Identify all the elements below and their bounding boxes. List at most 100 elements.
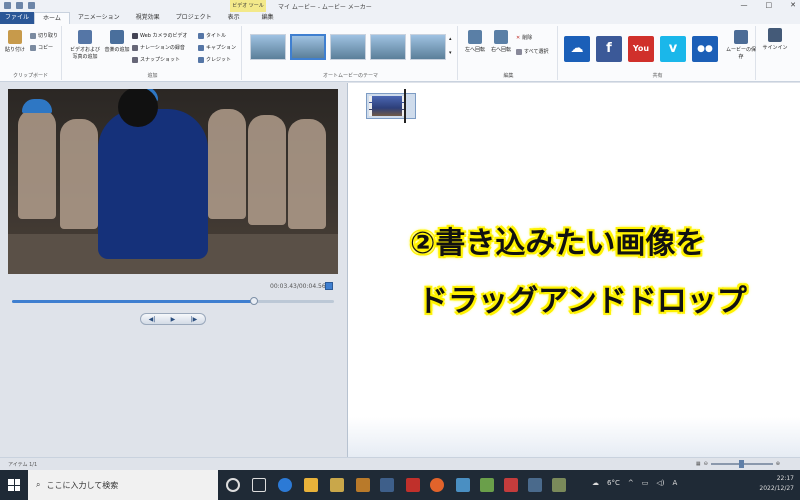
save-icon[interactable] — [4, 2, 11, 9]
maximize-button[interactable]: □ — [766, 1, 773, 9]
theme-thumbnail[interactable] — [330, 34, 366, 60]
theme-thumbnail[interactable] — [290, 34, 326, 60]
title-button[interactable]: タイトル — [198, 32, 226, 39]
credits-icon — [198, 56, 204, 63]
app-icon[interactable] — [330, 478, 344, 492]
app-icon[interactable] — [356, 478, 370, 492]
fullscreen-icon[interactable] — [325, 282, 333, 290]
clock-date: 2022/12/27 — [759, 485, 794, 492]
theme-thumbnail[interactable] — [410, 34, 446, 60]
tab-visual-effects[interactable]: 視覚効果 — [128, 12, 168, 24]
group-label: 編集 — [503, 73, 514, 79]
video-preview[interactable] — [8, 89, 338, 274]
onedrive-icon[interactable]: ☁ — [564, 36, 590, 62]
caption-button[interactable]: キャプション — [198, 44, 236, 51]
facebook-icon[interactable]: f — [596, 36, 622, 62]
instruction-line-2: ドラッグアンドドロップ — [418, 284, 747, 319]
preview-figure — [18, 109, 56, 219]
app-icon[interactable] — [504, 478, 518, 492]
snapshot-button[interactable]: スナップショット — [132, 56, 180, 63]
clip-thumbnail — [369, 96, 405, 116]
playhead[interactable] — [404, 89, 406, 123]
add-videos-photos-button[interactable]: ビデオおよび写真の追加 — [68, 30, 102, 60]
theme-thumbnail[interactable] — [250, 34, 286, 60]
theme-thumbnail[interactable] — [370, 34, 406, 60]
paste-button[interactable]: 貼り付け — [2, 30, 28, 53]
preview-person — [98, 109, 208, 259]
record-narration-button[interactable]: ナレーションの録音 — [132, 44, 185, 51]
zoom-slider[interactable] — [710, 460, 773, 468]
app-icon[interactable] — [406, 478, 420, 492]
rotate-left-button[interactable]: 左へ回転 — [462, 30, 488, 53]
item-count: アイテム 1/1 — [8, 462, 38, 468]
chrome-icon[interactable] — [430, 478, 444, 492]
app-icon[interactable] — [380, 478, 394, 492]
credits-button[interactable]: クレジット — [198, 56, 231, 63]
group-label: 共有 — [652, 73, 663, 79]
redo-icon[interactable] — [28, 2, 35, 9]
preview-figure — [248, 115, 286, 225]
add-music-button[interactable]: 音楽の追加 — [104, 30, 130, 53]
edge-icon[interactable] — [278, 478, 292, 492]
select-all-button[interactable]: すべて選択 — [516, 48, 548, 55]
editing-group: 左へ回転 右へ回転 ✕ 削除 すべて選択 編集 — [460, 26, 558, 80]
tray-arrow-icon[interactable]: ^ — [628, 479, 634, 487]
flickr-icon[interactable]: ●● — [692, 36, 718, 62]
app-icon[interactable] — [552, 478, 566, 492]
task-view-icon[interactable] — [252, 478, 266, 492]
clock[interactable]: 22:17 2022/12/27 — [759, 474, 794, 494]
app-icon[interactable] — [480, 478, 494, 492]
volume-icon[interactable]: ◁) — [656, 479, 664, 487]
zoom-out-icon[interactable]: ⊖ — [704, 461, 708, 467]
film-icon — [78, 30, 92, 44]
app-icon[interactable] — [528, 478, 542, 492]
tab-home[interactable]: ホーム — [34, 12, 70, 24]
minimize-button[interactable]: — — [741, 1, 748, 9]
video-clip[interactable] — [366, 93, 416, 119]
undo-icon[interactable] — [16, 2, 23, 9]
weather-icon[interactable]: ☁ — [592, 479, 599, 487]
sign-in-button[interactable]: サインイン — [760, 28, 790, 51]
status-bar: アイテム 1/1 ▦ ⊖ ⊕ — [0, 457, 800, 470]
rotate-right-button[interactable]: 右へ回転 — [488, 30, 514, 53]
tab-project[interactable]: プロジェクト — [168, 12, 220, 24]
cortana-icon[interactable] — [226, 478, 240, 492]
close-button[interactable]: ✕ — [790, 1, 796, 9]
save-movie-button[interactable]: ムービーの保存 — [726, 30, 756, 60]
seek-knob[interactable] — [249, 297, 258, 305]
zoom-knob[interactable] — [738, 460, 744, 468]
cut-button[interactable]: 切り取り — [30, 32, 58, 39]
tab-edit[interactable]: 編集 — [254, 12, 282, 24]
camera-icon — [132, 56, 138, 63]
taskbar-search[interactable]: ⌕ ここに入力して検索 — [28, 470, 218, 500]
gallery-scroll-icon[interactable]: ▴ — [449, 36, 452, 42]
copy-button[interactable]: コピー — [30, 44, 53, 51]
previous-frame-button[interactable]: ◀| — [149, 316, 156, 323]
ime-indicator[interactable]: A — [672, 479, 677, 487]
rotate-right-icon — [494, 30, 508, 44]
storyboard[interactable]: ②書き込みたい画像を ドラッグアンドドロップ — [347, 83, 800, 457]
youtube-icon[interactable]: You — [628, 36, 654, 62]
tab-file[interactable]: ファイル — [0, 12, 35, 24]
tab-animations[interactable]: アニメーション — [70, 12, 128, 24]
windows-start-icon[interactable] — [8, 479, 20, 491]
file-explorer-icon[interactable] — [304, 478, 318, 492]
gallery-more-icon[interactable]: ▾ — [449, 50, 452, 56]
select-all-icon — [516, 48, 522, 55]
automovie-themes-group: ▴ ▾ オートムービーのテーマ — [244, 26, 458, 80]
storyboard-view-icon[interactable]: ▦ — [696, 461, 701, 467]
play-button[interactable]: ▶ — [171, 316, 176, 323]
network-icon[interactable]: ▭ — [642, 479, 649, 487]
microphone-icon — [132, 44, 138, 51]
webcam-video-button[interactable]: Web カメラのビデオ — [132, 32, 188, 39]
ribbon-tabs: ファイル ホーム アニメーション 視覚効果 プロジェクト 表示 編集 — [0, 12, 800, 24]
scissors-icon — [30, 32, 36, 39]
vimeo-icon[interactable]: v — [660, 36, 686, 62]
share-group: ☁ f You v ●● ムービーの保存 共有 — [560, 26, 756, 80]
next-frame-button[interactable]: |▶ — [191, 316, 198, 323]
tab-view[interactable]: 表示 — [220, 12, 248, 24]
seek-slider[interactable] — [12, 297, 334, 305]
zoom-in-icon[interactable]: ⊕ — [776, 461, 780, 467]
delete-button[interactable]: ✕ 削除 — [516, 34, 532, 42]
app-icon[interactable] — [456, 478, 470, 492]
